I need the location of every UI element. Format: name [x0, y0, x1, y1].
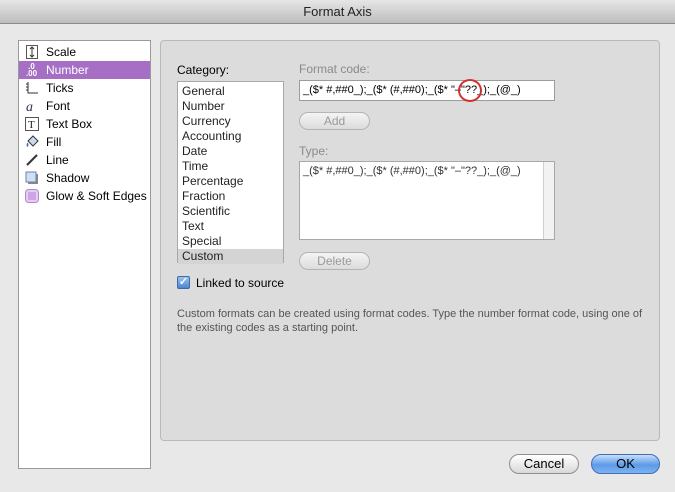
format-code-input[interactable]: _($* #,##0_);_($* (#,##0);_($* "–"??_);_… [299, 80, 555, 101]
add-button[interactable]: Add [299, 112, 370, 130]
sidebar-item-number[interactable]: .0.00 Number [19, 61, 150, 79]
font-icon: a [24, 99, 39, 113]
number-icon-bottom-glyph: .00 [25, 69, 38, 78]
scale-icon [24, 45, 39, 59]
annotation-circle [458, 79, 482, 102]
sidebar-item-glow[interactable]: Glow & Soft Edges [19, 187, 150, 205]
linked-to-source-label[interactable]: Linked to source [196, 276, 284, 290]
category-item-general[interactable]: General [178, 84, 283, 99]
category-item-percentage[interactable]: Percentage [178, 174, 283, 189]
number-panel: Category: General Number Currency Accoun… [160, 40, 660, 441]
sidebar-item-label: Shadow [46, 171, 90, 185]
category-item-special[interactable]: Special [178, 234, 283, 249]
glow-icon [24, 189, 39, 203]
sidebar-item-scale[interactable]: Scale [19, 43, 150, 61]
category-item-scientific[interactable]: Scientific [178, 204, 283, 219]
delete-button[interactable]: Delete [299, 252, 370, 270]
category-item-time[interactable]: Time [178, 159, 283, 174]
number-format-icon: .0.00 [24, 63, 39, 78]
sidebar-item-label: Font [46, 99, 71, 113]
type-label: Type: [299, 144, 329, 158]
category-label: Category: [177, 63, 230, 77]
sidebar-item-font[interactable]: a Font [19, 97, 150, 115]
sidebar: Scale .0.00 Number Ticks a Font T Text B… [18, 40, 151, 469]
type-list-scrollbar[interactable] [543, 162, 554, 239]
category-item-number[interactable]: Number [178, 99, 283, 114]
fill-icon [24, 135, 39, 149]
sidebar-item-fill[interactable]: Fill [19, 133, 150, 151]
category-item-accounting[interactable]: Accounting [178, 129, 283, 144]
sidebar-item-label: Number [46, 63, 89, 77]
window-title: Format Axis [0, 0, 675, 24]
linked-to-source-checkbox[interactable]: ✓ [177, 276, 190, 289]
category-item-date[interactable]: Date [178, 144, 283, 159]
sidebar-item-label: Ticks [46, 81, 74, 95]
category-list[interactable]: General Number Currency Accounting Date … [177, 81, 284, 264]
checkmark-icon: ✓ [178, 276, 189, 288]
sidebar-item-shadow[interactable]: Shadow [19, 169, 150, 187]
sidebar-item-label: Text Box [46, 117, 93, 131]
sidebar-item-ticks[interactable]: Ticks [19, 79, 150, 97]
sidebar-item-label: Scale [46, 45, 77, 59]
ok-button[interactable]: OK [591, 454, 660, 474]
text-box-icon: T [24, 117, 39, 131]
sidebar-item-text-box[interactable]: T Text Box [19, 115, 150, 133]
format-code-label: Format code: [299, 62, 370, 76]
line-icon [24, 153, 39, 167]
svg-text:a: a [26, 100, 33, 113]
category-item-custom[interactable]: Custom [178, 249, 283, 264]
svg-text:T: T [28, 119, 35, 131]
sidebar-item-line[interactable]: Line [19, 151, 150, 169]
category-item-fraction[interactable]: Fraction [178, 189, 283, 204]
cancel-button[interactable]: Cancel [509, 454, 579, 474]
type-list-item[interactable]: _($* #,##0_);_($* (#,##0);_($* "–"??_);_… [300, 164, 554, 179]
shadow-icon [24, 171, 39, 185]
category-item-currency[interactable]: Currency [178, 114, 283, 129]
ticks-icon [24, 81, 39, 95]
sidebar-item-label: Glow & Soft Edges [46, 189, 147, 203]
sidebar-item-label: Fill [46, 135, 62, 149]
category-item-text[interactable]: Text [178, 219, 283, 234]
type-list[interactable]: _($* #,##0_);_($* (#,##0);_($* "–"??_);_… [299, 161, 555, 240]
sidebar-item-label: Line [46, 153, 69, 167]
format-axis-dialog: Format Axis Scale .0.00 Number Ticks a F… [0, 0, 675, 492]
hint-text: Custom formats can be created using form… [177, 308, 643, 334]
